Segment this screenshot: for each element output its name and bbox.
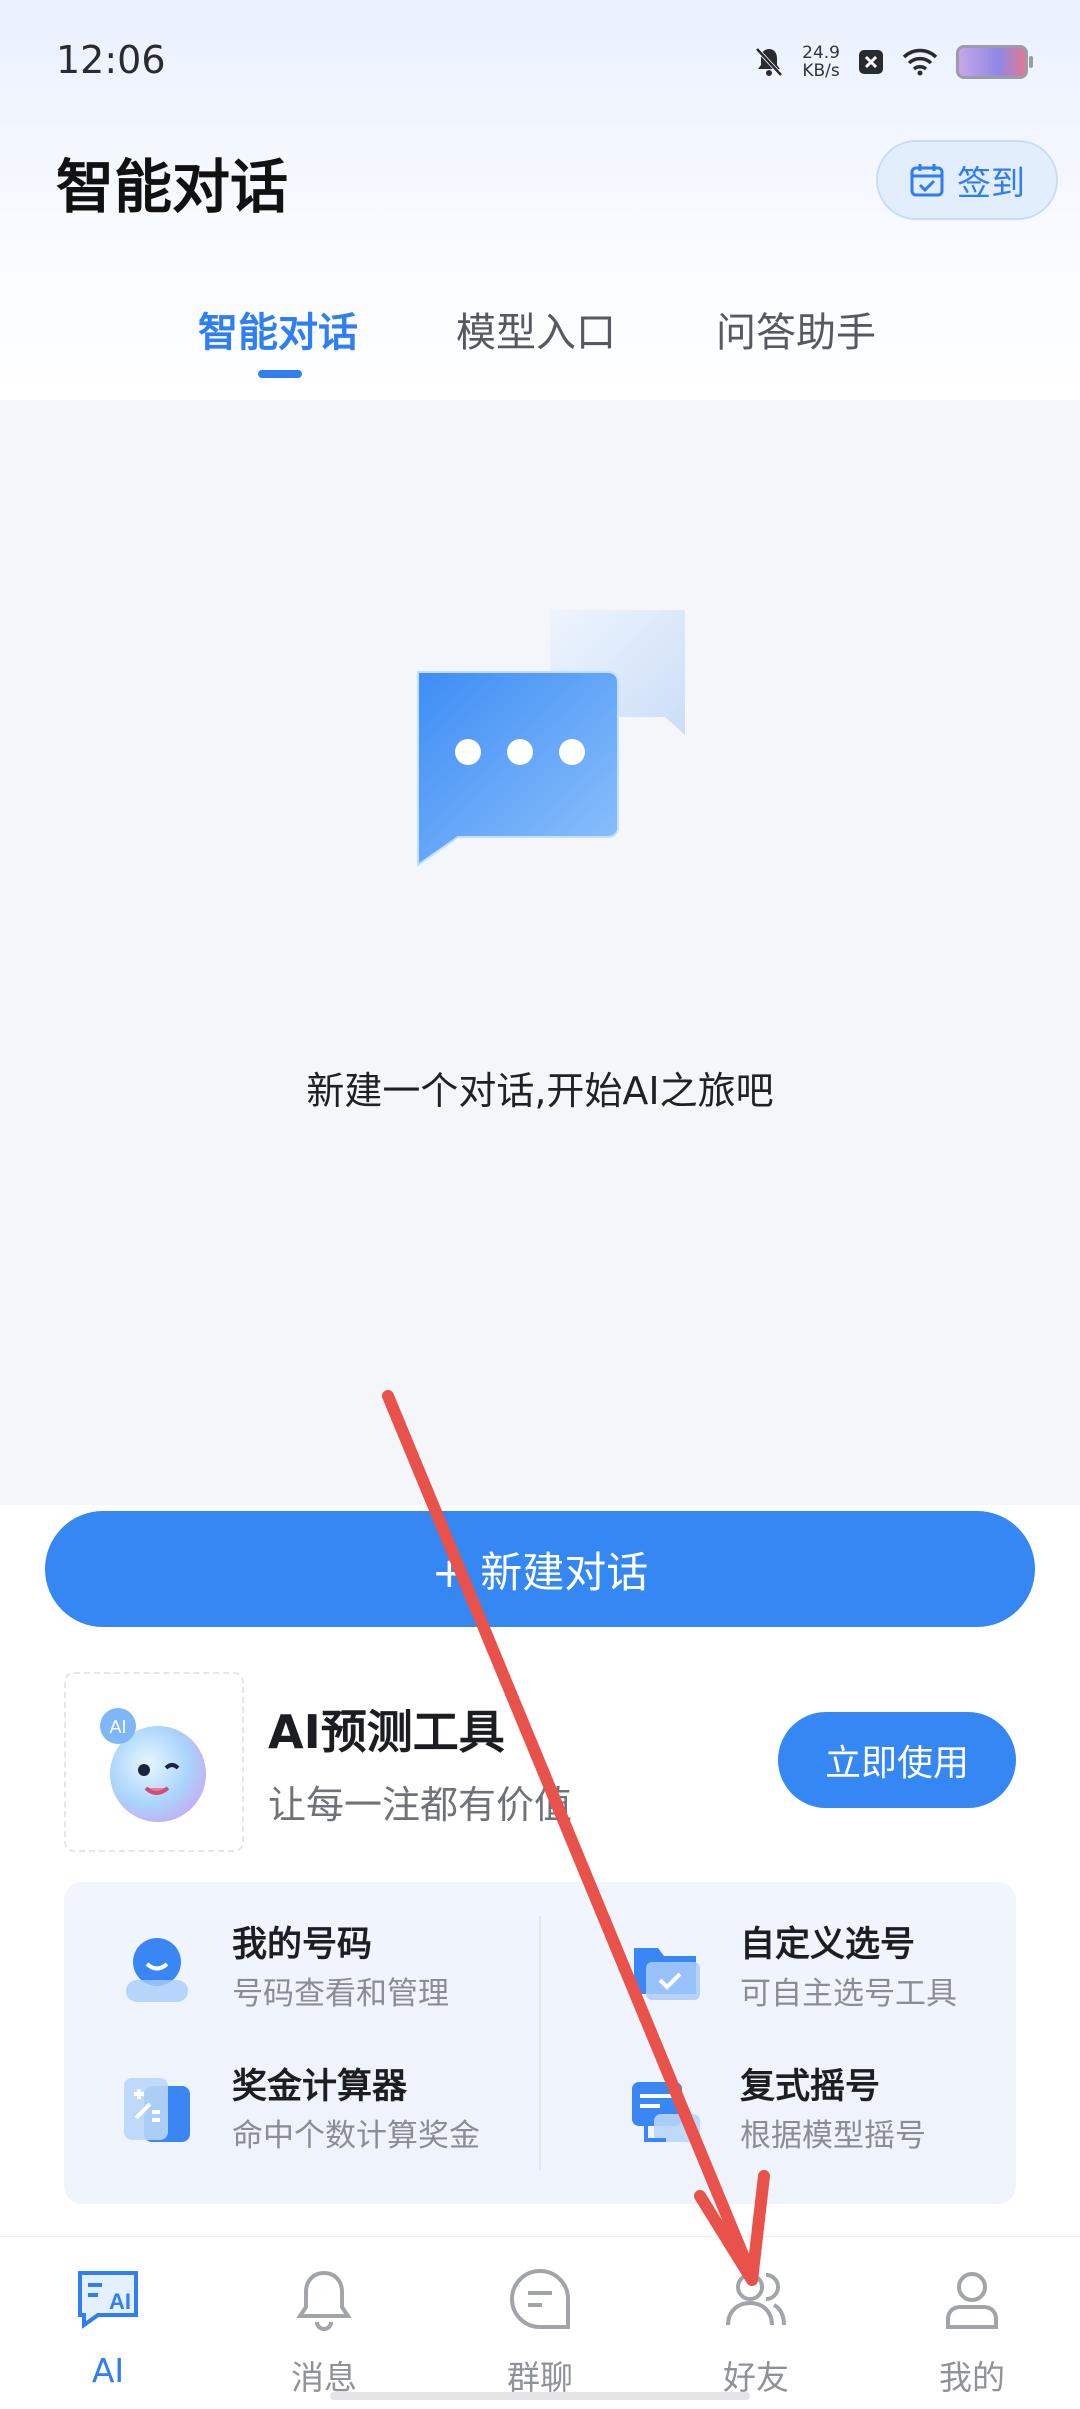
friends-icon	[726, 2273, 786, 2326]
tool-my-numbers[interactable]: 我的号码 号码查看和管理	[64, 1910, 524, 2020]
bottom-nav: AI AI 消息 群聊 好友 我的	[0, 2236, 1080, 2409]
tool-title: 奖金计算器	[232, 2067, 408, 2107]
tool-title: 我的号码	[232, 1925, 373, 1965]
nav-messages[interactable]: 消息	[216, 2237, 432, 2409]
tools-grid: 我的号码 号码查看和管理 自定义选号 可自主选号工具 奖金计算器 命中个数计算奖…	[64, 1882, 1016, 2204]
ai-mascot-icon: AI	[100, 1708, 206, 1822]
tool-title: 自定义选号	[740, 1925, 916, 1965]
calculator-icon	[124, 2078, 190, 2142]
chat-bubble-icon	[510, 2268, 570, 2329]
status-icons: 24.9 KB/s	[754, 44, 1033, 80]
folder-check-icon	[634, 1948, 700, 2000]
machine-icon	[632, 2082, 700, 2142]
page-title: 智能对话	[56, 153, 289, 221]
nav-label: 我的	[939, 2358, 1005, 2397]
ai-predict-promo: AI AI预测工具 让每一注都有价值 立即使用	[64, 1672, 1016, 1852]
person-icon	[946, 2272, 998, 2329]
ai-chat-icon: AI	[78, 2271, 138, 2329]
tool-title: 复式摇号	[740, 2067, 881, 2107]
ai-mascot-avatar: AI	[64, 1672, 244, 1852]
x-box-icon	[859, 50, 883, 74]
net-speed-value: 24.9	[802, 43, 840, 63]
tools-divider	[539, 1916, 541, 2170]
svg-text:AI: AI	[109, 2289, 131, 2314]
nav-label: AI	[91, 2351, 125, 2390]
net-speed: 24.9 KB/s	[802, 44, 840, 80]
tool-subtitle: 可自主选号工具	[740, 1976, 957, 2012]
tool-custom-pick[interactable]: 自定义选号 可自主选号工具	[572, 1910, 1032, 2020]
tool-prize-calculator[interactable]: 奖金计算器 命中个数计算奖金	[64, 2052, 524, 2162]
tab-model-entry[interactable]: 模型入口	[456, 300, 616, 358]
nav-friends[interactable]: 好友	[648, 2237, 864, 2409]
promo-title: AI预测工具	[268, 1705, 505, 1759]
nav-ai[interactable]: AI AI	[0, 2237, 216, 2409]
promo-subtitle: 让每一注都有价值	[268, 1783, 573, 1827]
chat-area: 新建一个对话,开始AI之旅吧	[0, 400, 1080, 1505]
wifi-icon	[902, 48, 938, 76]
chat-bubbles-illustration	[417, 610, 685, 867]
tool-subtitle: 根据模型摇号	[740, 2118, 926, 2154]
checkin-label: 签到	[957, 163, 1025, 204]
use-now-button[interactable]: 立即使用	[778, 1712, 1016, 1808]
tab-smart-chat[interactable]: 智能对话	[198, 300, 358, 358]
tool-multi-draw[interactable]: 复式摇号 根据模型摇号	[572, 2052, 1032, 2162]
net-speed-unit: KB/s	[802, 61, 840, 81]
new-chat-button[interactable]: + 新建对话	[45, 1511, 1035, 1627]
tab-qa-assistant[interactable]: 问答助手	[716, 300, 876, 358]
home-indicator	[330, 2392, 750, 2400]
nav-group-chat[interactable]: 群聊	[432, 2237, 648, 2409]
user-badge-icon	[126, 1938, 188, 2002]
battery-icon	[956, 45, 1033, 79]
checkin-button[interactable]: 签到	[876, 140, 1058, 220]
empty-state-message: 新建一个对话,开始AI之旅吧	[306, 1069, 774, 1113]
svg-text:AI: AI	[109, 1717, 126, 1737]
tab-active-indicator	[258, 370, 302, 378]
status-bar: 12:06 24.9 KB/s	[0, 0, 1080, 120]
calendar-check-icon	[910, 164, 944, 197]
status-time: 12:06	[56, 38, 166, 82]
nav-profile[interactable]: 我的	[864, 2237, 1080, 2409]
bell-icon	[296, 2270, 352, 2331]
tab-bar: 智能对话 模型入口 问答助手	[0, 290, 1080, 400]
tool-subtitle: 号码查看和管理	[232, 1976, 449, 2012]
tool-subtitle: 命中个数计算奖金	[232, 2118, 480, 2154]
bell-muted-icon	[755, 47, 783, 77]
